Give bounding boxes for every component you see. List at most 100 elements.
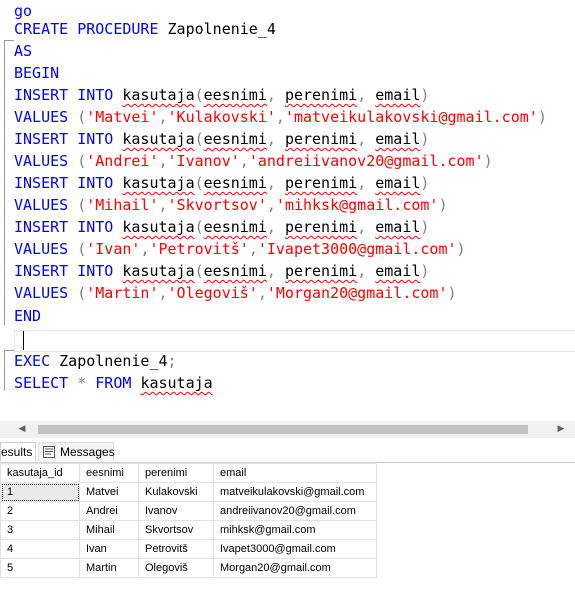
code-token: INSERT INTO <box>14 130 123 148</box>
code-token: INSERT INTO <box>14 174 123 192</box>
code-token: kasutaja <box>122 130 195 148</box>
code-token: 'Ivan' <box>86 240 141 258</box>
code-token: , <box>257 284 267 302</box>
code-token: ( <box>77 196 87 214</box>
grid-cell[interactable]: Morgan20@gmail.com <box>213 558 377 578</box>
code-token: VALUES <box>14 108 78 126</box>
grid-cell[interactable]: 2 <box>0 501 80 521</box>
code-token: ( <box>194 130 204 148</box>
code-token: SELECT <box>14 374 78 392</box>
code-token: , <box>158 196 168 214</box>
grid-cell[interactable]: matveikulakovski@gmail.com <box>213 482 377 502</box>
grid-cell[interactable]: 3 <box>0 520 80 540</box>
code-token: kasutaja <box>140 374 213 392</box>
code-line-values5[interactable]: VALUES ('Martin','Olegoviš','Morgan20@gm… <box>14 282 457 304</box>
code-token: , <box>275 108 285 126</box>
tab-messages[interactable]: Messages <box>38 442 115 461</box>
grid-cell[interactable]: Martin <box>79 558 139 578</box>
column-header[interactable]: eesnimi <box>79 463 139 483</box>
scroll-left-arrow-icon[interactable]: ◀ <box>14 421 30 438</box>
code-token: Zapolnenie_4 <box>167 20 276 38</box>
code-line-as[interactable]: AS <box>14 40 32 62</box>
grid-cell[interactable]: 4 <box>0 539 80 559</box>
current-line-highlight <box>14 330 575 352</box>
code-line-exec[interactable]: EXEC Zapolnenie_4; <box>14 350 177 372</box>
table-row[interactable]: 4 Ivan Petrovitš Ivapet3000@gmail.com <box>0 539 377 559</box>
code-token: kasutaja <box>122 86 195 104</box>
grid-cell[interactable]: Ivapet3000@gmail.com <box>213 539 377 559</box>
table-row[interactable]: 1 Matvei Kulakovski matveikulakovski@gmail.… <box>0 482 377 502</box>
code-token: 'Matvei' <box>86 108 159 126</box>
table-row[interactable]: 5 Martin Olegoviš Morgan20@gmail.com <box>0 558 377 578</box>
gutter-outline-exec[interactable] <box>4 350 14 391</box>
table-row[interactable]: 2 Andrei Ivanov andreiivanov20@gmail.com <box>0 501 377 521</box>
code-line-insert3[interactable]: INSERT INTO kasutaja(eesnimi, perenimi, … <box>14 172 429 194</box>
code-line-begin[interactable]: BEGIN <box>14 62 59 84</box>
horizontal-scrollbar[interactable]: ◀ ▶ <box>0 421 575 438</box>
code-line-values2[interactable]: VALUES ('Andrei','Ivanov','andreiivanov2… <box>14 150 493 172</box>
code-token: ) <box>420 262 430 280</box>
code-line-values1[interactable]: VALUES ('Matvei','Kulakovski','matveikul… <box>14 106 547 128</box>
grid-cell[interactable]: Petrovitš <box>138 539 214 559</box>
code-token: END <box>14 307 42 325</box>
code-token: kasutaja <box>122 218 195 236</box>
grid-cell[interactable]: Kulakovski <box>138 482 214 502</box>
code-token: perenimi <box>284 262 358 280</box>
tab-results[interactable]: esults <box>0 442 36 461</box>
code-token: eesnimi <box>203 174 267 192</box>
results-grid[interactable]: kasutaja_id eesnimi perenimi email 1 Matvei Ku… <box>0 463 377 578</box>
code-token: , <box>266 262 285 280</box>
grid-cell[interactable]: 1 <box>0 482 80 502</box>
code-line-create[interactable]: CREATE PROCEDURE Zapolnenie_4 <box>14 18 276 40</box>
column-header[interactable]: email <box>213 463 377 483</box>
code-token: AS <box>14 42 33 60</box>
code-token: ) <box>438 196 448 214</box>
code-token: 'Mihail' <box>86 196 159 214</box>
code-line-insert2[interactable]: INSERT INTO kasutaja(eesnimi, perenimi, … <box>14 128 429 150</box>
column-header[interactable]: perenimi <box>138 463 214 483</box>
code-token: , <box>266 196 276 214</box>
code-line-insert1[interactable]: INSERT INTO kasutaja(eesnimi, perenimi, … <box>14 84 429 106</box>
code-token: , <box>357 262 376 280</box>
grid-cell[interactable]: mihksk@gmail.com <box>213 520 377 540</box>
code-token: 'Morgan20@gmail.com' <box>266 284 448 302</box>
code-token: eesnimi <box>203 218 267 236</box>
text-caret <box>23 331 24 350</box>
grid-cell[interactable]: Skvortsov <box>138 520 214 540</box>
code-token: ( <box>194 262 204 280</box>
code-token: , <box>357 218 376 236</box>
code-line-insert4[interactable]: INSERT INTO kasutaja(eesnimi, perenimi, … <box>14 216 429 238</box>
code-line-end[interactable]: END <box>14 305 41 327</box>
grid-cell[interactable]: andreiivanov20@gmail.com <box>213 501 377 521</box>
code-token: 'Ivanov' <box>167 152 240 170</box>
code-token: , <box>266 86 285 104</box>
code-line-values4[interactable]: VALUES ('Ivan','Petrovitš','Ivapet3000@g… <box>14 238 466 260</box>
code-token: ) <box>420 174 430 192</box>
code-token: 'mihksk@gmail.com' <box>275 196 439 214</box>
code-token: , <box>158 108 168 126</box>
grid-cell[interactable]: Olegoviš <box>138 558 214 578</box>
code-token: VALUES <box>14 152 78 170</box>
column-header[interactable]: kasutaja_id <box>0 463 80 483</box>
code-token: , <box>357 174 376 192</box>
code-token: ; <box>167 352 177 370</box>
code-token: perenimi <box>284 174 358 192</box>
code-token: , <box>158 152 168 170</box>
code-line-insert5[interactable]: INSERT INTO kasutaja(eesnimi, perenimi, … <box>14 260 429 282</box>
grid-cell[interactable]: Mihail <box>79 520 139 540</box>
gutter-outline-procedure[interactable] <box>4 40 14 325</box>
grid-cell[interactable]: Andrei <box>79 501 139 521</box>
grid-cell[interactable]: Ivan <box>79 539 139 559</box>
grid-cell[interactable]: Ivanov <box>138 501 214 521</box>
tab-messages-label: Messages <box>60 445 115 459</box>
grid-cell[interactable]: 5 <box>0 558 80 578</box>
scrollbar-thumb[interactable] <box>38 425 528 434</box>
code-token: FROM <box>95 374 141 392</box>
code-line-select[interactable]: SELECT * FROM kasutaja <box>14 372 213 394</box>
scroll-right-arrow-icon[interactable]: ▶ <box>553 421 569 438</box>
query-editor[interactable]: go CREATE PROCEDURE Zapolnenie_4 AS BEGIN IN… <box>0 0 575 412</box>
grid-cell[interactable]: Matvei <box>79 482 139 502</box>
code-token: EXEC <box>14 352 60 370</box>
code-line-values3[interactable]: VALUES ('Mihail','Skvortsov','mihksk@gma… <box>14 194 448 216</box>
table-row[interactable]: 3 Mihail Skvortsov mihksk@gmail.com <box>0 520 377 540</box>
